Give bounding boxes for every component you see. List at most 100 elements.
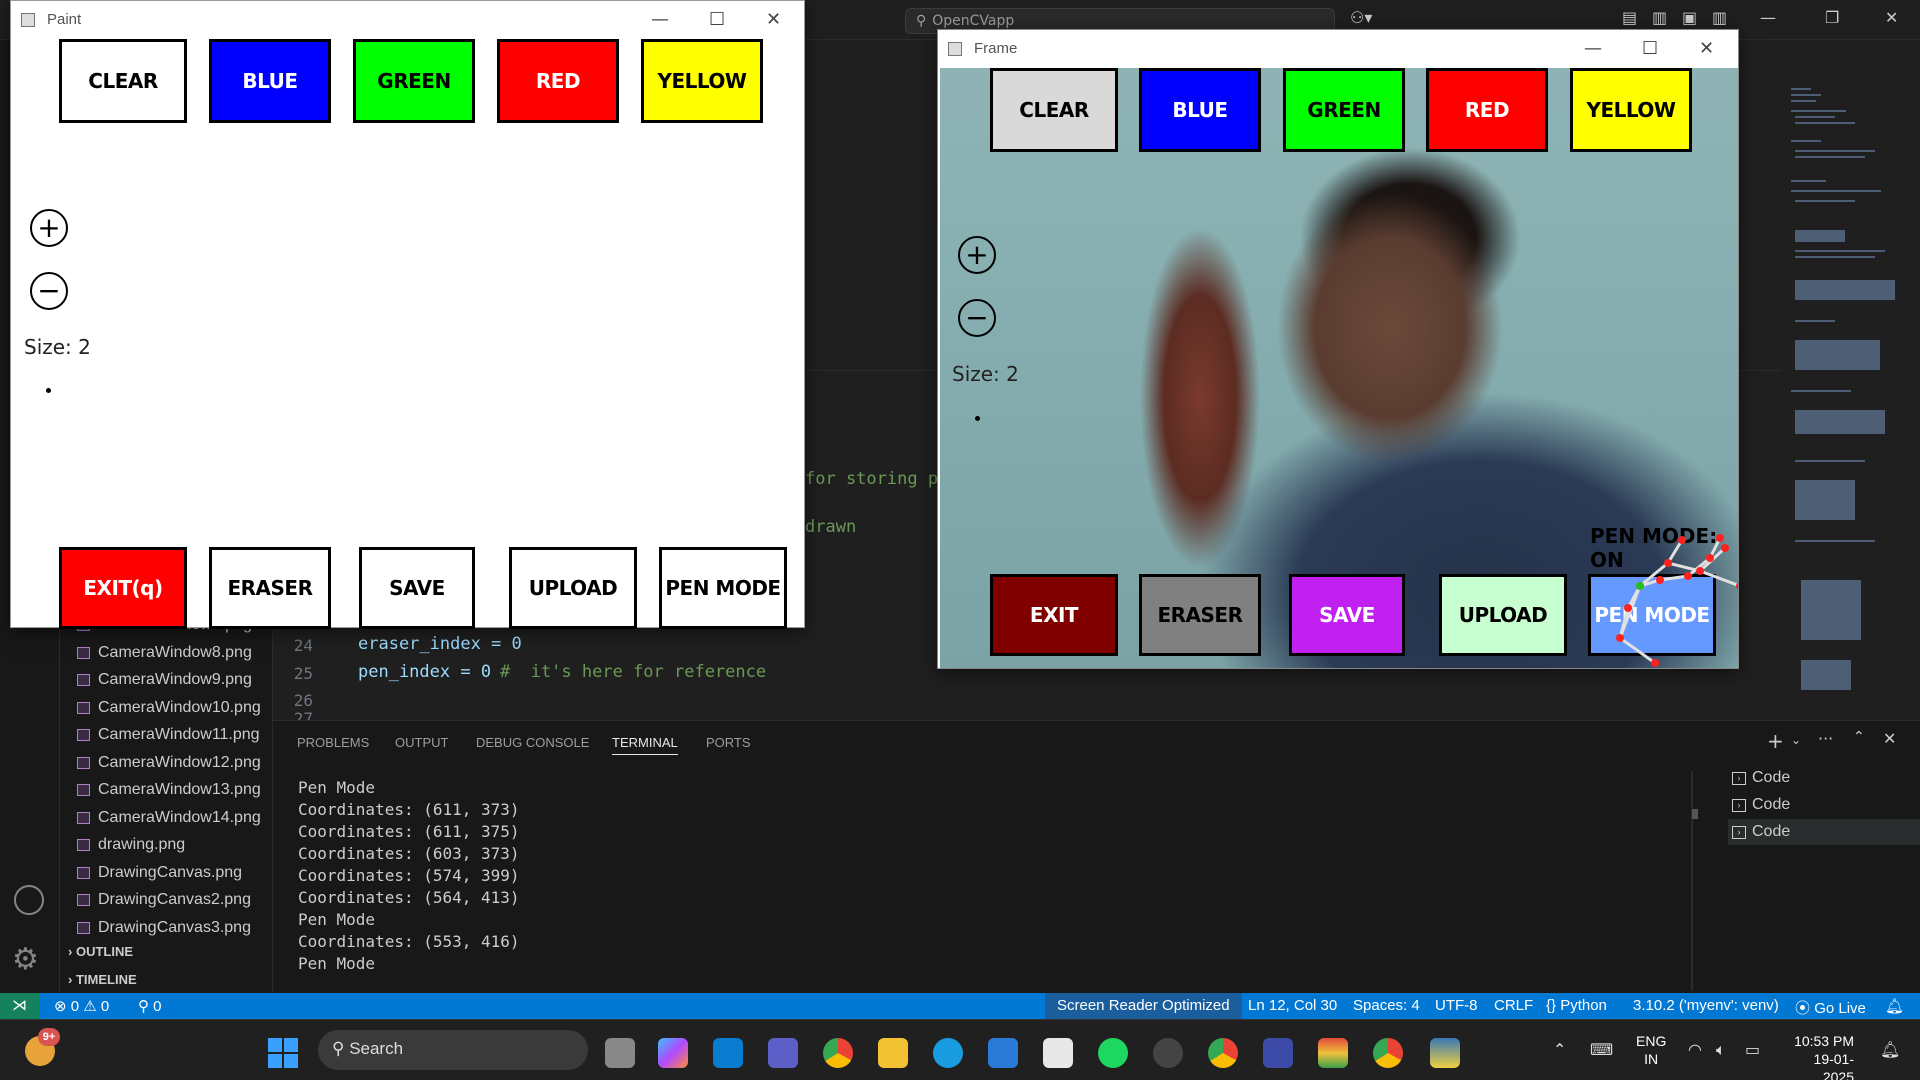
file-item[interactable]: CameraWindow10.png bbox=[77, 697, 261, 719]
todo-app-icon[interactable] bbox=[1263, 1038, 1293, 1068]
blue-button[interactable]: BLUE bbox=[209, 39, 331, 123]
terminal-instance[interactable]: › Code bbox=[1728, 792, 1920, 818]
keyboard-icon[interactable]: ⌨ bbox=[1590, 1040, 1613, 1059]
terminal-scrollbar[interactable] bbox=[1692, 809, 1698, 819]
eraser-button[interactable]: ERASER bbox=[1139, 574, 1261, 656]
remote-indicator[interactable]: ⋊ bbox=[0, 993, 40, 1019]
red-button[interactable]: RED bbox=[497, 39, 619, 123]
file-item[interactable]: CameraWindow9.png bbox=[77, 669, 252, 691]
file-item[interactable]: CameraWindow13.png bbox=[77, 779, 261, 801]
notification-center-icon[interactable]: 🔔︎ bbox=[1880, 1040, 1900, 1059]
teams-app-icon[interactable] bbox=[768, 1038, 798, 1068]
minimap[interactable] bbox=[1781, 80, 1901, 720]
increase-size-plus-icon[interactable]: + bbox=[30, 209, 68, 247]
terminal-instance[interactable]: › Code bbox=[1728, 765, 1920, 791]
yellow-button[interactable]: YELLOW bbox=[641, 39, 763, 123]
terminal-instance[interactable]: › Code bbox=[1728, 819, 1920, 845]
save-button[interactable]: SAVE bbox=[359, 547, 475, 629]
volume-icon[interactable]: 🔈︎ bbox=[1716, 1040, 1726, 1060]
green-button[interactable]: GREEN bbox=[353, 39, 475, 123]
copilot-icon[interactable]: ⚇▾ bbox=[1350, 8, 1372, 27]
tab-problems[interactable]: PROBLEMS bbox=[297, 735, 369, 750]
clock[interactable]: 10:53 PM 19-01-2025 bbox=[1784, 1032, 1854, 1080]
file-item[interactable]: DrawingCanvas3.png bbox=[77, 917, 251, 939]
notifications-bell-icon[interactable]: 🔔︎ bbox=[1885, 997, 1904, 1015]
bluestacks-app-icon[interactable] bbox=[1318, 1038, 1348, 1068]
outline-section-header[interactable]: › OUTLINE bbox=[68, 944, 133, 959]
file-item[interactable]: CameraWindow11.png bbox=[77, 724, 260, 746]
accounts-icon[interactable] bbox=[14, 885, 44, 915]
language-status[interactable]: {} Python bbox=[1546, 997, 1607, 1014]
language-indicator[interactable]: ENG IN bbox=[1636, 1032, 1666, 1068]
close-panel-icon[interactable]: ✕ bbox=[1883, 729, 1896, 748]
file-item[interactable]: DrawingCanvas.png bbox=[77, 862, 242, 884]
spotify-app-icon[interactable] bbox=[1098, 1038, 1128, 1068]
paint-titlebar[interactable]: Paint — ☐ ✕ bbox=[11, 1, 804, 39]
exit-button[interactable]: EXIT bbox=[990, 574, 1118, 656]
minimize-icon[interactable]: — bbox=[651, 9, 669, 30]
chrome-second-app-icon[interactable] bbox=[1373, 1038, 1403, 1068]
yellow-button[interactable]: YELLOW bbox=[1570, 68, 1692, 152]
sidebar-toggle-icon[interactable]: ▥ bbox=[1652, 8, 1667, 27]
close-icon[interactable]: ✕ bbox=[766, 9, 781, 30]
file-item[interactable]: drawing.png bbox=[77, 834, 185, 856]
restore-icon[interactable]: ❐ bbox=[1825, 8, 1839, 27]
layout-toggle-icon[interactable]: ▤ bbox=[1622, 8, 1637, 27]
new-terminal-plus-icon[interactable]: + bbox=[1767, 729, 1784, 753]
tab-terminal[interactable]: TERMINAL bbox=[612, 735, 678, 755]
minimize-icon[interactable]: — bbox=[1760, 8, 1776, 27]
screen-reader-status[interactable]: Screen Reader Optimized bbox=[1045, 993, 1242, 1019]
green-button[interactable]: GREEN bbox=[1283, 68, 1405, 152]
close-icon[interactable]: ✕ bbox=[1885, 8, 1898, 27]
interpreter-status[interactable]: 3.10.2 ('myenv': venv) bbox=[1633, 997, 1779, 1014]
tab-ports[interactable]: PORTS bbox=[706, 735, 751, 750]
store-app-icon[interactable] bbox=[1043, 1038, 1073, 1068]
chevron-down-icon[interactable]: ⌄ bbox=[1791, 733, 1801, 747]
blue-button[interactable]: BLUE bbox=[1139, 68, 1261, 152]
notepad-app-icon[interactable] bbox=[988, 1038, 1018, 1068]
tab-output[interactable]: OUTPUT bbox=[395, 735, 448, 750]
close-icon[interactable]: ✕ bbox=[1699, 38, 1714, 59]
taskbar-search[interactable]: ⚲ Search bbox=[318, 1030, 588, 1070]
upload-button[interactable]: UPLOAD bbox=[1439, 574, 1567, 656]
cursor-position-status[interactable]: Ln 12, Col 30 bbox=[1248, 997, 1337, 1014]
minimize-icon[interactable]: — bbox=[1584, 38, 1602, 59]
file-item[interactable]: DrawingCanvas2.png bbox=[77, 889, 251, 911]
frame-titlebar[interactable]: Frame — ☐ ✕ bbox=[938, 30, 1738, 68]
file-item[interactable]: CameraWindow14.png bbox=[77, 807, 261, 829]
golive-status[interactable]: ⦿ Go Live bbox=[1795, 997, 1866, 1018]
camera-feed[interactable]: CLEAR BLUE GREEN RED YELLOW + − Size: 2 … bbox=[940, 68, 1738, 668]
clear-button[interactable]: CLEAR bbox=[59, 39, 187, 123]
maximize-icon[interactable]: ☐ bbox=[709, 9, 725, 30]
eraser-button[interactable]: ERASER bbox=[209, 547, 331, 629]
chrome-app-icon[interactable] bbox=[823, 1038, 853, 1068]
edge-app-icon[interactable] bbox=[933, 1038, 963, 1068]
file-item[interactable]: CameraWindow8.png bbox=[77, 642, 252, 664]
decrease-size-minus-icon[interactable]: − bbox=[958, 299, 996, 337]
ports-status[interactable]: ⚲ 0 bbox=[138, 997, 162, 1015]
show-hidden-icons-chevron-icon[interactable]: ⌃ bbox=[1553, 1040, 1566, 1059]
exit-button[interactable]: EXIT(q) bbox=[59, 547, 187, 629]
timeline-section-header[interactable]: › TIMELINE bbox=[68, 972, 137, 987]
encoding-status[interactable]: UTF-8 bbox=[1435, 997, 1478, 1014]
upload-button[interactable]: UPLOAD bbox=[509, 547, 637, 629]
more-actions-icon[interactable]: ··· bbox=[1818, 729, 1833, 748]
decrease-size-minus-icon[interactable]: − bbox=[30, 272, 68, 310]
increase-size-plus-icon[interactable]: + bbox=[958, 236, 996, 274]
file-explorer-icon[interactable] bbox=[878, 1038, 908, 1068]
vscode-app-icon[interactable] bbox=[713, 1038, 743, 1068]
problems-status[interactable]: ⊗ 0 ⚠ 0 bbox=[54, 997, 109, 1015]
indentation-status[interactable]: Spaces: 4 bbox=[1353, 997, 1420, 1014]
copilot-app-icon[interactable] bbox=[658, 1038, 688, 1068]
maximize-icon[interactable]: ☐ bbox=[1642, 38, 1658, 59]
task-view-icon[interactable] bbox=[605, 1038, 635, 1068]
secondary-sidebar-toggle-icon[interactable]: ▥ bbox=[1712, 8, 1727, 27]
windows-start-icon[interactable] bbox=[268, 1038, 298, 1068]
battery-icon[interactable]: ▭ bbox=[1745, 1040, 1760, 1059]
panel-toggle-icon[interactable]: ▣ bbox=[1682, 8, 1697, 27]
file-item[interactable]: CameraWindow12.png bbox=[77, 752, 261, 774]
clear-button[interactable]: CLEAR bbox=[990, 68, 1118, 152]
maximize-panel-icon[interactable]: ⌃ bbox=[1853, 729, 1865, 745]
manage-gear-icon[interactable]: ⚙ bbox=[12, 942, 39, 977]
eol-status[interactable]: CRLF bbox=[1494, 997, 1533, 1014]
